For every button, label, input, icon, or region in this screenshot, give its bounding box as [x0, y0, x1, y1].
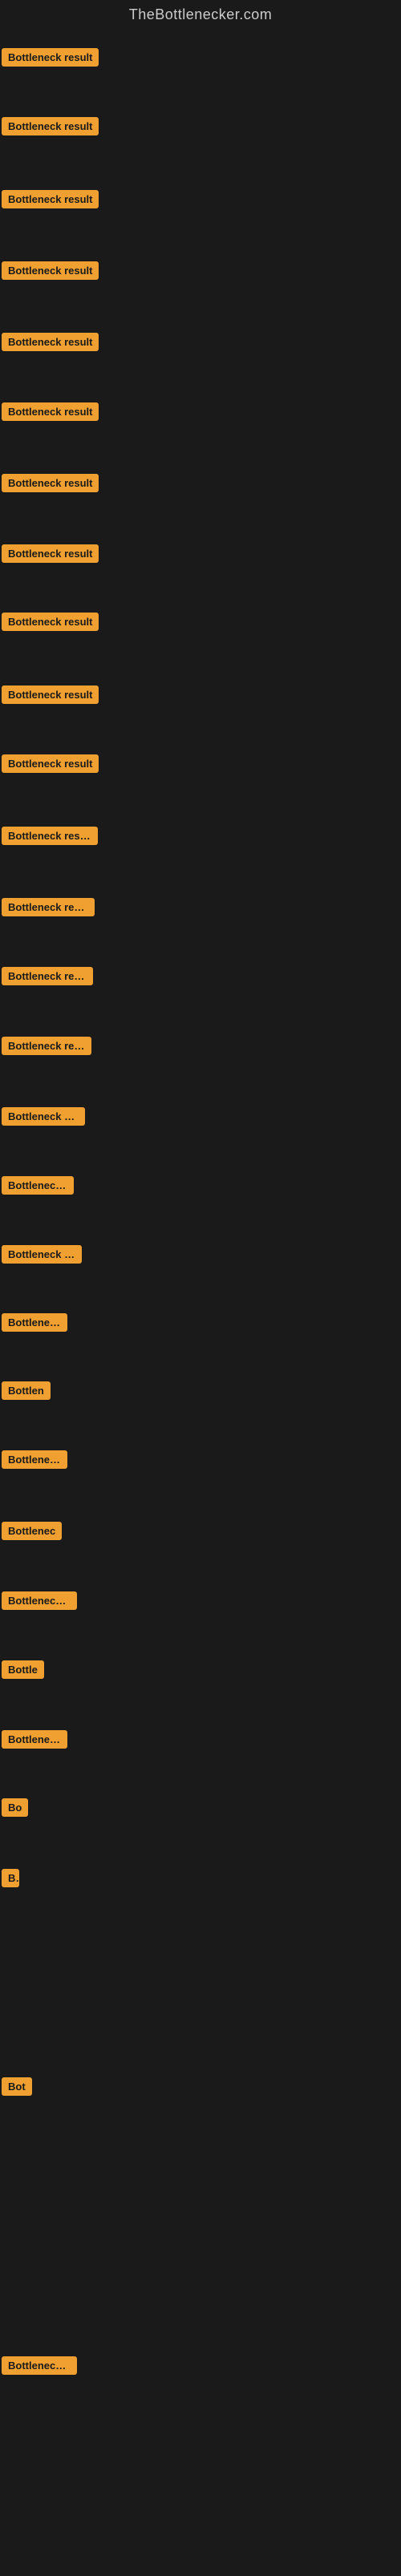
result-row: Bo — [2, 1798, 28, 1821]
bottleneck-result-badge[interactable]: Bottlenec — [2, 1522, 62, 1540]
bottleneck-result-badge[interactable]: Bottleneck result — [2, 117, 99, 135]
result-row: Bottleneck — [2, 1450, 67, 1473]
result-row: Bottleneck — [2, 1730, 67, 1753]
result-row: Bottleneck result — [2, 117, 99, 140]
bottleneck-result-badge[interactable]: Bottleneck resul — [2, 1107, 85, 1126]
result-row: Bot — [2, 2077, 32, 2100]
bottleneck-result-badge[interactable]: Bottleneck result — [2, 967, 93, 985]
result-row: Bottleneck result — [2, 685, 99, 708]
result-row: Bottleneck result — [2, 402, 99, 425]
result-row: Bottleneck result — [2, 967, 93, 989]
result-row: Bottleneck result — [2, 827, 98, 849]
bottleneck-result-badge[interactable]: Bottleneck result — [2, 190, 99, 208]
bottleneck-result-badge[interactable]: Bottleneck result — [2, 48, 99, 67]
result-row: Bottleneck r — [2, 1176, 74, 1199]
result-row: B — [2, 1869, 19, 1891]
result-row: Bottleneck re — [2, 2356, 77, 2379]
bottleneck-result-badge[interactable]: Bottleneck re — [2, 1591, 77, 1610]
result-row: Bottleneck result — [2, 544, 99, 567]
result-row: Bottle — [2, 1660, 44, 1683]
bottleneck-result-badge[interactable]: Bottleneck result — [2, 261, 99, 280]
bottleneck-result-badge[interactable]: Bottleneck r — [2, 1176, 74, 1195]
bottleneck-result-badge[interactable]: Bottleneck result — [2, 827, 98, 845]
site-title: TheBottlenecker.com — [0, 0, 401, 26]
bottleneck-result-badge[interactable]: Bottleneck result — [2, 613, 99, 631]
bottleneck-result-badge[interactable]: Bottleneck result — [2, 1037, 91, 1055]
bottleneck-result-badge[interactable]: Bottleneck — [2, 1730, 67, 1749]
result-row: Bottleneck result — [2, 613, 99, 635]
result-row: Bottleneck result — [2, 333, 99, 355]
bottleneck-result-badge[interactable]: Bottleneck result — [2, 544, 99, 563]
result-row: Bottleneck result — [2, 754, 99, 777]
bottleneck-result-badge[interactable]: Bottleneck result — [2, 898, 95, 916]
bottleneck-result-badge[interactable]: Bottleneck resu — [2, 1245, 82, 1264]
bottleneck-result-badge[interactable]: Bottle — [2, 1660, 44, 1679]
result-row: Bottlen — [2, 1381, 51, 1404]
bottleneck-result-badge[interactable]: B — [2, 1869, 19, 1887]
bottleneck-result-badge[interactable]: Bottlen — [2, 1381, 51, 1400]
result-row: Bottleneck result — [2, 261, 99, 284]
result-row: Bottleneck result — [2, 1037, 91, 1059]
bottleneck-result-badge[interactable]: Bot — [2, 2077, 32, 2096]
result-row: Bottleneck result — [2, 190, 99, 212]
bottleneck-result-badge[interactable]: Bottleneck result — [2, 333, 99, 351]
bottleneck-result-badge[interactable]: Bottleneck re — [2, 2356, 77, 2375]
result-row: Bottlenec — [2, 1522, 62, 1544]
bottleneck-result-badge[interactable]: Bottleneck result — [2, 474, 99, 492]
result-row: Bottleneck result — [2, 898, 95, 920]
bottleneck-result-badge[interactable]: Bo — [2, 1798, 28, 1817]
result-row: Bottleneck resu — [2, 1245, 82, 1268]
bottleneck-result-badge[interactable]: Bottleneck result — [2, 754, 99, 773]
result-row: Bottleneck result — [2, 474, 99, 496]
result-row: Bottleneck result — [2, 48, 99, 71]
result-row: Bottleneck re — [2, 1591, 77, 1614]
bottleneck-result-badge[interactable]: Bottleneck — [2, 1313, 67, 1332]
bottleneck-result-badge[interactable]: Bottleneck result — [2, 402, 99, 421]
bottleneck-result-badge[interactable]: Bottleneck result — [2, 685, 99, 704]
bottleneck-result-badge[interactable]: Bottleneck — [2, 1450, 67, 1469]
result-row: Bottleneck resul — [2, 1107, 85, 1130]
result-row: Bottleneck — [2, 1313, 67, 1336]
